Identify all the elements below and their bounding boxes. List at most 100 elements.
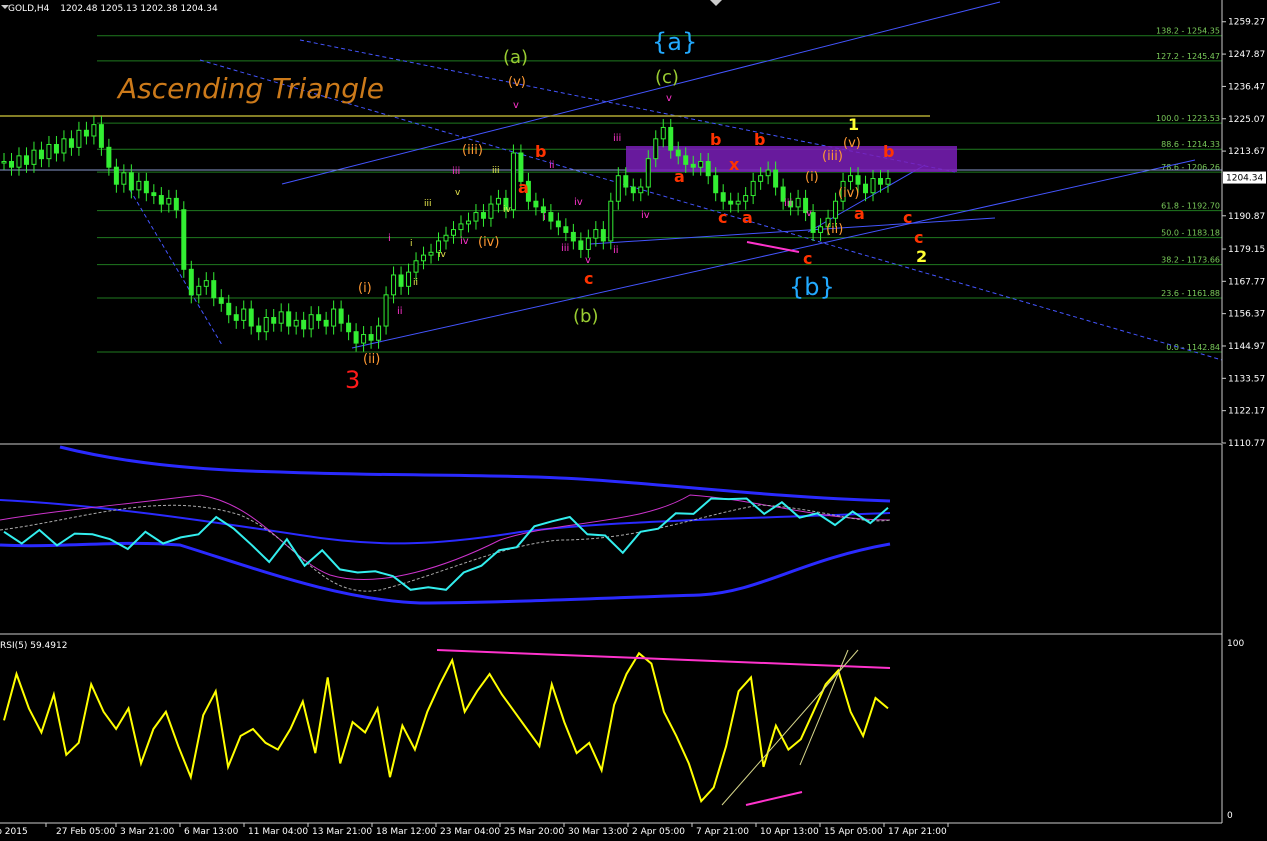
candle-body <box>338 308 344 324</box>
candle-body <box>106 146 112 168</box>
candle-body <box>16 155 22 168</box>
candle-body <box>570 231 576 242</box>
wave-label-micro-ii: ii <box>397 306 403 317</box>
wave-label-minor-ii: (ii) <box>826 222 843 237</box>
candle-body <box>698 161 704 168</box>
candle-body <box>61 138 67 154</box>
price-tick-label: 1190.87 <box>1228 212 1265 222</box>
wave-label-red-c: c <box>914 228 923 247</box>
candle-body <box>608 200 614 242</box>
candle-body <box>308 314 314 330</box>
candle-body <box>8 161 14 168</box>
candle-body <box>870 178 876 194</box>
candle-body <box>91 124 97 137</box>
candle-body <box>83 129 89 137</box>
candle-body <box>98 124 104 148</box>
wave-label-red-a: a <box>742 208 753 227</box>
candle-body <box>428 251 434 256</box>
candle-body <box>683 155 689 165</box>
wave-label-micro-i: i <box>388 233 391 244</box>
wave-label-minor-iv: (iv) <box>478 235 499 250</box>
wave-label-tiny-iii: iii <box>492 166 500 176</box>
trading-chart[interactable]: 138.2 - 1254.35 127.2 - 1245.47 100.0 - 12… <box>0 0 1267 841</box>
price-tick-label: 1247.87 <box>1228 50 1265 60</box>
candle-body <box>735 200 741 205</box>
wave-label-micro-v: v <box>585 255 591 266</box>
candle-body <box>728 200 734 205</box>
candle-body <box>368 334 374 341</box>
candle-body <box>203 280 209 287</box>
rsi-label: RSI(5) 59.4912 <box>0 641 67 651</box>
candle-body <box>248 308 254 327</box>
candle-body <box>473 212 479 222</box>
candle-body <box>638 186 644 194</box>
wave-label-minor-iv: (iv) <box>838 186 859 201</box>
wave-label-micro-iii: iii <box>784 198 792 209</box>
wave-label-red-a: a <box>854 204 865 223</box>
wave-label-minor-ii: (ii) <box>363 352 380 367</box>
candle-body <box>533 200 539 208</box>
candle-body <box>316 314 322 321</box>
candle-body <box>166 197 172 205</box>
candle-body <box>795 197 801 208</box>
candle-body <box>563 226 569 233</box>
candle-body <box>585 237 591 250</box>
fib-level-label: 61.8 - 1192.70 <box>1161 202 1220 211</box>
wave-label-tiny-ii: ii <box>413 278 418 288</box>
wave-label-2: 2 <box>916 247 927 266</box>
fib-level-label: 38.2 - 1173.66 <box>1161 256 1220 265</box>
candle-body <box>263 317 269 333</box>
candle-body <box>743 195 749 202</box>
fib-level-label: 100.0 - 1223.53 <box>1156 114 1220 123</box>
candle-body <box>151 192 157 197</box>
candle-body <box>750 180 756 197</box>
price-tick-label: 1167.77 <box>1228 277 1265 287</box>
wave-label-red-a: a <box>674 167 685 186</box>
price-tick-label: 1133.57 <box>1228 374 1265 384</box>
time-tick-label: 25 Mar 20:00 <box>504 827 564 837</box>
candle-body <box>555 220 561 228</box>
time-tick-label: 11 Mar 04:00 <box>248 827 308 837</box>
time-tick-label: 15 Apr 05:00 <box>824 827 883 837</box>
wave-label-tiny-iii: iii <box>424 199 432 209</box>
wave-label-red-c: c <box>718 208 727 227</box>
candle-body <box>765 169 771 177</box>
wave-label-tiny-iv: iv <box>503 205 512 215</box>
time-tick-label: 6 Mar 13:00 <box>184 827 239 837</box>
candle-body <box>331 308 337 327</box>
fib-level-label: 50.0 - 1183.18 <box>1161 229 1220 238</box>
wave-label-b-primary: {b} <box>789 273 835 301</box>
time-tick-label: 27 Feb 05:00 <box>56 827 115 837</box>
pattern-title: Ascending Triangle <box>116 72 384 105</box>
candle-body <box>450 229 456 236</box>
wave-label-micro-ii: ii <box>613 245 619 256</box>
candle-body <box>773 169 779 188</box>
wave-label-a-inter: (a) <box>503 47 528 68</box>
fib-level-label: 0.0 - 1142.84 <box>1166 343 1220 352</box>
time-tick-label: 17 Apr 21:00 <box>888 827 947 837</box>
candle-body <box>495 197 501 205</box>
candle-body <box>720 192 726 202</box>
candle-body <box>406 271 412 287</box>
candle-body <box>623 175 629 188</box>
candle-body <box>878 178 884 185</box>
rsi-axis-tick: 100 <box>1227 639 1244 649</box>
price-tick-label: 1179.15 <box>1228 245 1265 255</box>
time-tick-label: 10 Apr 13:00 <box>760 827 819 837</box>
candle-body <box>458 223 464 231</box>
wave-label-b-inter: (b) <box>573 306 598 327</box>
candle-body <box>173 197 179 211</box>
candle-body <box>548 212 554 222</box>
fib-level-label: 138.2 - 1254.35 <box>1156 27 1220 36</box>
wave-label-micro-iv: iv <box>641 210 650 221</box>
fib-level-label: 127.2 - 1245.47 <box>1156 52 1220 61</box>
candle-body <box>76 129 82 148</box>
price-tick-label: 1213.67 <box>1228 147 1265 157</box>
rsi-axis-tick: 0 <box>1227 811 1233 821</box>
candle-body <box>653 138 659 160</box>
wave-label-micro-v: v <box>513 100 519 111</box>
wave-label-red-a: a <box>518 178 529 197</box>
candle-body <box>128 172 134 191</box>
wave-label-3: 3 <box>345 366 360 394</box>
price-tick-label: 1259.27 <box>1228 18 1265 28</box>
